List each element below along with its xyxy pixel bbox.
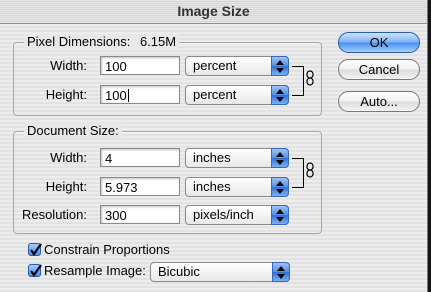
resample-image-checkbox[interactable]: [28, 264, 42, 277]
pixel-width-unit-value: percent: [193, 58, 237, 73]
pixel-height-unit-select[interactable]: percent: [185, 85, 289, 105]
cancel-button[interactable]: Cancel: [338, 59, 420, 80]
up-down-arrows-icon: [271, 56, 289, 76]
doc-width-unit-select[interactable]: inches: [185, 148, 289, 168]
pixel-width-unit-select[interactable]: percent: [185, 56, 289, 76]
pixel-dimensions-size: 6.15M: [139, 34, 177, 49]
image-size-dialog: Image Size Pixel Dimensions: 6.15M Width…: [0, 0, 428, 292]
doc-link-bracket: [292, 158, 304, 188]
text-caret: [127, 89, 129, 102]
doc-width-label: Width:: [50, 150, 87, 165]
resolution-unit-select[interactable]: pixels/inch: [185, 205, 289, 225]
pixel-dimensions-header: Pixel Dimensions: 6.15M: [24, 34, 180, 49]
constrain-proportions-checkbox[interactable]: [28, 243, 42, 256]
up-down-arrows-icon: [271, 148, 289, 168]
document-size-label: Document Size:: [24, 123, 122, 138]
pixel-width-input[interactable]: 100: [100, 56, 180, 75]
checkmark-icon: [30, 264, 42, 277]
doc-height-unit-select[interactable]: inches: [185, 177, 289, 197]
pixel-height-input[interactable]: 100: [100, 85, 180, 104]
resolution-input[interactable]: 300: [100, 205, 180, 224]
resample-method-value: Bicubic: [158, 264, 200, 279]
doc-height-input[interactable]: 5.973: [100, 177, 180, 196]
doc-width-unit-value: inches: [193, 150, 231, 165]
doc-height-unit-value: inches: [193, 179, 231, 194]
pixel-width-label: Width:: [50, 58, 87, 73]
pixel-dimensions-label: Pixel Dimensions:: [27, 34, 131, 49]
chain-link-icon: [306, 70, 314, 89]
resample-image-label[interactable]: Resample Image:: [44, 263, 146, 279]
resolution-label: Resolution:: [21, 207, 87, 222]
pixel-height-value: 100: [105, 88, 127, 103]
resolution-unit-value: pixels/inch: [193, 207, 254, 222]
dialog-title: Image Size: [0, 0, 427, 24]
auto-button[interactable]: Auto...: [338, 91, 420, 112]
chain-link-icon: [306, 162, 314, 181]
pixel-height-unit-value: percent: [193, 87, 237, 102]
doc-width-input[interactable]: 4: [100, 148, 180, 167]
constrain-proportions-label[interactable]: Constrain Proportions: [44, 242, 170, 258]
resample-method-select[interactable]: Bicubic: [150, 262, 290, 282]
up-down-arrows-icon: [271, 177, 289, 197]
checkmark-icon: [30, 243, 42, 256]
pixel-link-bracket: [292, 66, 304, 96]
up-down-arrows-icon: [271, 85, 289, 105]
ok-button[interactable]: OK: [338, 32, 420, 53]
doc-height-label: Height:: [45, 179, 87, 194]
up-down-arrows-icon: [272, 262, 290, 282]
up-down-arrows-icon: [271, 205, 289, 225]
pixel-height-label: Height:: [45, 87, 87, 102]
